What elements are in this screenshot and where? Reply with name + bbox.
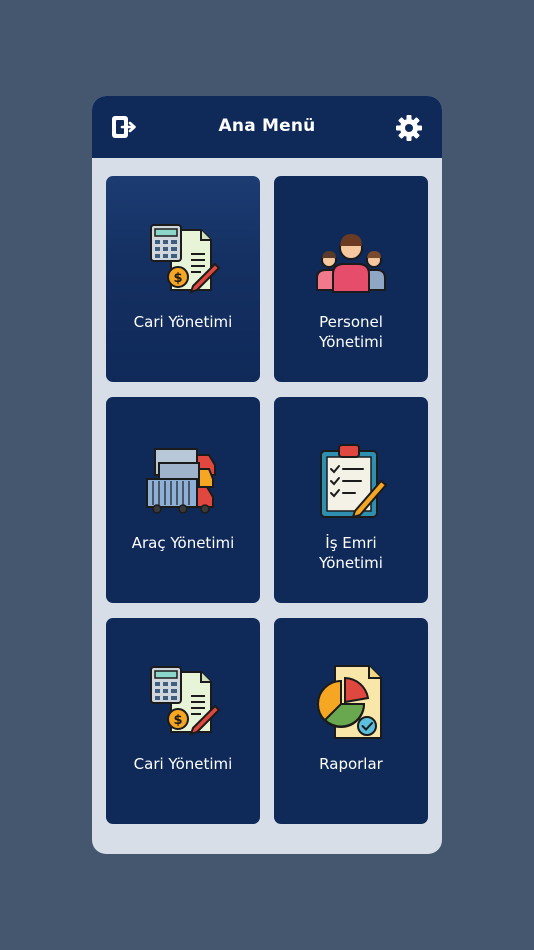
page-title: Ana Menü: [218, 116, 316, 136]
tile-label: Personel Yönetimi: [319, 313, 383, 351]
report-icon: [311, 662, 391, 742]
tile-label: Raporlar: [319, 755, 383, 773]
tile-is-emri-yonetimi[interactable]: İş Emri Yönetimi: [274, 397, 428, 603]
svg-text:$: $: [173, 271, 182, 286]
svg-text:$: $: [173, 713, 182, 728]
tile-raporlar[interactable]: Raporlar: [274, 618, 428, 824]
accounting-icon: $: [143, 220, 223, 300]
main-menu-panel: Ana Menü $ Cari Yönetimi Personel Yöneti…: [92, 96, 442, 854]
tile-label: Araç Yönetimi: [131, 534, 235, 552]
tile-label: Cari Yönetimi: [133, 755, 233, 773]
tile-arac-yonetimi[interactable]: Araç Yönetimi: [106, 397, 260, 603]
tile-label: Cari Yönetimi: [133, 313, 233, 331]
tile-cari-yonetimi[interactable]: $ Cari Yönetimi: [106, 176, 260, 382]
clipboard-icon: [311, 441, 391, 521]
gear-icon[interactable]: [394, 113, 424, 143]
tile-personel-yonetimi[interactable]: Personel Yönetimi: [274, 176, 428, 382]
tile-label: İş Emri Yönetimi: [319, 534, 383, 572]
people-icon: [311, 220, 391, 300]
trucks-icon: [143, 441, 223, 521]
app-header: Ana Menü: [92, 96, 442, 158]
tile-cari-yonetimi-2[interactable]: $ Cari Yönetimi: [106, 618, 260, 824]
accounting-icon: $: [143, 662, 223, 742]
